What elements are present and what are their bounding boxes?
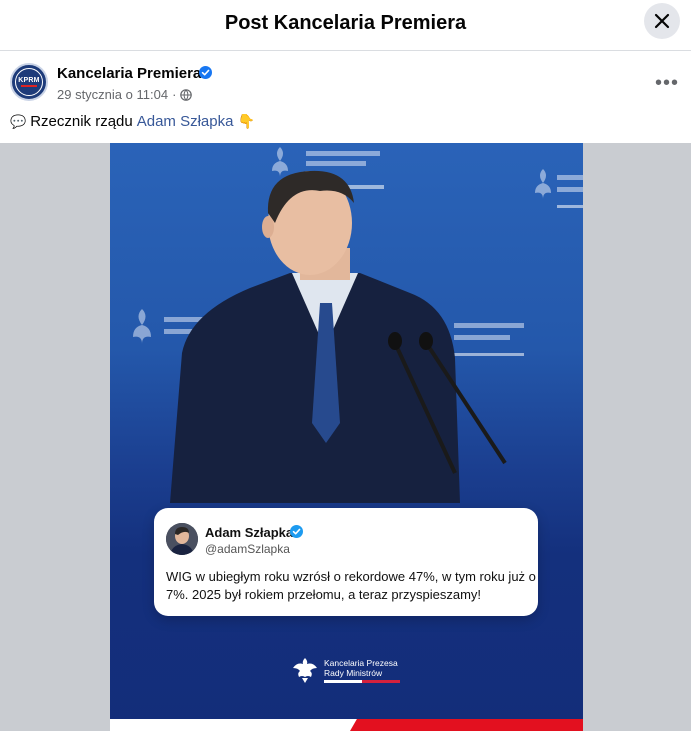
footer-flag-bar	[324, 679, 400, 683]
modal-title: Post Kancelaria Premiera	[224, 12, 467, 34]
avatar-bar	[21, 85, 37, 87]
card-verified-icon	[290, 525, 303, 538]
page-avatar[interactable]: KPRM	[10, 63, 48, 101]
post-image[interactable]: Adam Szłapka @adamSzlapka WIG w ubiegłym…	[110, 143, 583, 731]
globe-icon[interactable]	[180, 88, 193, 101]
card-avatar	[166, 523, 198, 555]
close-icon	[654, 13, 670, 29]
eagle-emblem-icon	[293, 658, 317, 683]
verified-badge-icon	[199, 66, 212, 79]
pointing-down-emoji: 👇	[237, 113, 255, 129]
card-author-name: Adam Szłapka	[205, 525, 294, 540]
footer-line-1: Kancelaria Prezesa	[324, 657, 398, 668]
close-button[interactable]	[644, 3, 680, 39]
post-text: 💬 Rzecznik rządu Adam Szłapka 👇	[10, 113, 255, 130]
card-handle: @adamSzlapka	[205, 542, 290, 556]
spokesperson-photo	[170, 170, 507, 503]
card-quote-text: WIG w ubiegłym roku wzrósł o rekordowe 4…	[166, 569, 536, 602]
mention-link[interactable]: Adam Szłapka	[137, 113, 234, 130]
more-options-icon: •••	[654, 71, 679, 94]
bottom-red-strip	[350, 719, 583, 731]
page-name-link[interactable]: Kancelaria Premiera	[57, 65, 201, 82]
modal-header: Post Kancelaria Premiera	[0, 0, 691, 51]
post-meta: 29 stycznia o 11:04 ·	[57, 87, 193, 102]
kprm-footer-logo: Kancelaria Prezesa Rady Ministrów	[292, 656, 400, 684]
speech-bubble-emoji: 💬	[10, 113, 27, 129]
card-avatar-image	[166, 523, 198, 555]
post-date-link[interactable]: 29 stycznia o 11:04	[57, 87, 168, 102]
kprm-logo: KPRM	[15, 68, 43, 96]
media-viewer: Adam Szłapka @adamSzlapka WIG w ubiegłym…	[0, 143, 691, 731]
more-options-button[interactable]: •••	[652, 68, 682, 98]
quote-card: Adam Szłapka @adamSzlapka WIG w ubiegłym…	[154, 508, 538, 616]
avatar-text: KPRM	[18, 77, 40, 84]
meta-separator: ·	[172, 87, 177, 102]
post-text-prefix: Rzecznik rządu	[30, 113, 133, 130]
footer-line-2: Rady Ministrów	[324, 667, 383, 678]
